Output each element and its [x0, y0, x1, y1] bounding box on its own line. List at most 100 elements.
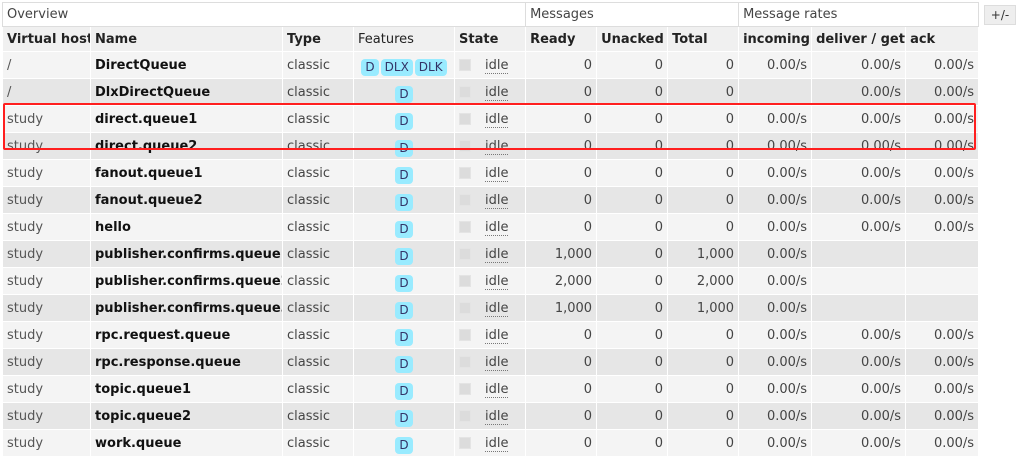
ready-cell: 0 [525, 375, 598, 403]
col-ready[interactable]: Ready [525, 26, 598, 52]
incoming-rate-cell: 0.00/s [738, 240, 813, 268]
state-indicator-icon [459, 329, 471, 341]
queue-name-link[interactable]: fanout.queue1 [90, 159, 283, 187]
state-label: idle [485, 57, 509, 74]
state-indicator-icon [459, 437, 471, 449]
virtual-host-cell: study [2, 375, 91, 403]
virtual-host-cell: study [2, 105, 91, 133]
unacked-cell: 0 [596, 105, 669, 133]
col-features: Features [353, 26, 455, 52]
feature-tag: D [395, 301, 413, 319]
col-type[interactable]: Type [282, 26, 354, 52]
queue-name-link[interactable]: hello [90, 213, 283, 241]
state-label: idle [485, 219, 509, 236]
queue-name-link[interactable]: fanout.queue2 [90, 186, 283, 214]
queue-name-link[interactable]: rpc.request.queue [90, 321, 283, 349]
table-row: study work.queue classic Didle 0 0 0 0.00/s 0.00… [2, 429, 980, 457]
total-cell: 1,000 [667, 240, 740, 268]
virtual-host-cell: study [2, 294, 91, 322]
state-label: idle [485, 435, 509, 452]
col-name[interactable]: Name [90, 26, 283, 52]
unacked-cell: 0 [596, 132, 669, 160]
table-row: study topic.queue1 classic Didle 0 0 0 0.00/s 0.… [2, 375, 980, 403]
col-incoming[interactable]: incoming [738, 26, 813, 52]
state-indicator-icon [459, 59, 471, 71]
ack-rate-cell: 0.00/s [905, 375, 980, 403]
ack-rate-cell [905, 294, 980, 322]
incoming-rate-cell: 0.00/s [738, 402, 813, 430]
state-cell: idle [453, 294, 527, 322]
col-state[interactable]: State [453, 26, 527, 52]
ready-cell: 0 [525, 213, 598, 241]
queue-name-link[interactable]: publisher.confirms.queue1 [90, 240, 283, 268]
ready-cell: 1,000 [525, 294, 598, 322]
virtual-host-cell: study [2, 159, 91, 187]
columns-toggle-button[interactable]: +/- [984, 5, 1016, 25]
queue-name-link[interactable]: topic.queue1 [90, 375, 283, 403]
feature-tag: D [395, 409, 413, 427]
incoming-rate-cell: 0.00/s [738, 186, 813, 214]
state-indicator-icon [459, 410, 471, 422]
col-deliver-get[interactable]: deliver / get [811, 26, 907, 52]
feature-tag: D [395, 382, 413, 400]
state-label: idle [485, 273, 509, 290]
type-cell: classic [282, 132, 354, 160]
col-virtual-host[interactable]: Virtual host [2, 26, 91, 52]
queue-name-link[interactable]: direct.queue2 [90, 132, 283, 160]
total-cell: 0 [667, 321, 740, 349]
state-label: idle [485, 138, 509, 155]
state-cell: idle [453, 375, 527, 403]
queue-name-link[interactable]: topic.queue2 [90, 402, 283, 430]
unacked-cell: 0 [596, 348, 669, 376]
virtual-host-cell: study [2, 429, 91, 457]
queue-name-link[interactable]: work.queue [90, 429, 283, 457]
state-indicator-icon [459, 194, 471, 206]
table-row: study fanout.queue2 classic Didle 0 0 0 0.00/s 0… [2, 186, 980, 214]
total-cell: 0 [667, 105, 740, 133]
feature-tag: D [395, 85, 413, 103]
feature-tag: D [395, 193, 413, 211]
incoming-rate-cell: 0.00/s [738, 294, 813, 322]
overview-group-header: Overview [1, 2, 527, 27]
virtual-host-cell: study [2, 402, 91, 430]
table-row: study direct.queue2 classic Didle 0 0 0 0.00/s 0… [2, 132, 980, 160]
queue-name-link[interactable]: DirectQueue [90, 51, 283, 79]
total-cell: 0 [667, 429, 740, 457]
deliver-get-rate-cell: 0.00/s [811, 132, 907, 160]
state-label: idle [485, 300, 509, 317]
queue-name-link[interactable]: rpc.response.queue [90, 348, 283, 376]
ready-cell: 0 [525, 348, 598, 376]
features-cell: D [353, 159, 455, 187]
feature-tag: D [395, 328, 413, 346]
type-cell: classic [282, 78, 354, 106]
features-cell: D [353, 78, 455, 106]
total-cell: 2,000 [667, 267, 740, 295]
feature-tag: D [395, 220, 413, 238]
features-cell: D [353, 375, 455, 403]
col-unacked[interactable]: Unacked [596, 26, 669, 52]
table-row: study fanout.queue1 classic Didle 0 0 0 0.00/s 0… [2, 159, 980, 187]
ack-rate-cell [905, 240, 980, 268]
queue-name-link[interactable]: publisher.confirms.queue3 [90, 294, 283, 322]
col-ack[interactable]: ack [905, 26, 980, 52]
queue-name-link[interactable]: direct.queue1 [90, 105, 283, 133]
table-row: / DlxDirectQueue classic Didle 0 0 0 0.00/s 0.00… [2, 78, 980, 106]
deliver-get-rate-cell [811, 267, 907, 295]
deliver-get-rate-cell: 0.00/s [811, 186, 907, 214]
ready-cell: 0 [525, 159, 598, 187]
queue-name-link[interactable]: DlxDirectQueue [90, 78, 283, 106]
ack-rate-cell: 0.00/s [905, 213, 980, 241]
state-cell: idle [453, 429, 527, 457]
feature-tag: D [395, 436, 413, 454]
ready-cell: 0 [525, 132, 598, 160]
ack-rate-cell: 0.00/s [905, 429, 980, 457]
col-total[interactable]: Total [667, 26, 740, 52]
features-cell: D [353, 402, 455, 430]
incoming-rate-cell: 0.00/s [738, 159, 813, 187]
incoming-rate-cell: 0.00/s [738, 51, 813, 79]
type-cell: classic [282, 294, 354, 322]
state-label: idle [485, 327, 509, 344]
features-cell: D [353, 105, 455, 133]
queue-name-link[interactable]: publisher.confirms.queue2 [90, 267, 283, 295]
table-row: study publisher.confirms.queue1 classic Did… [2, 240, 980, 268]
